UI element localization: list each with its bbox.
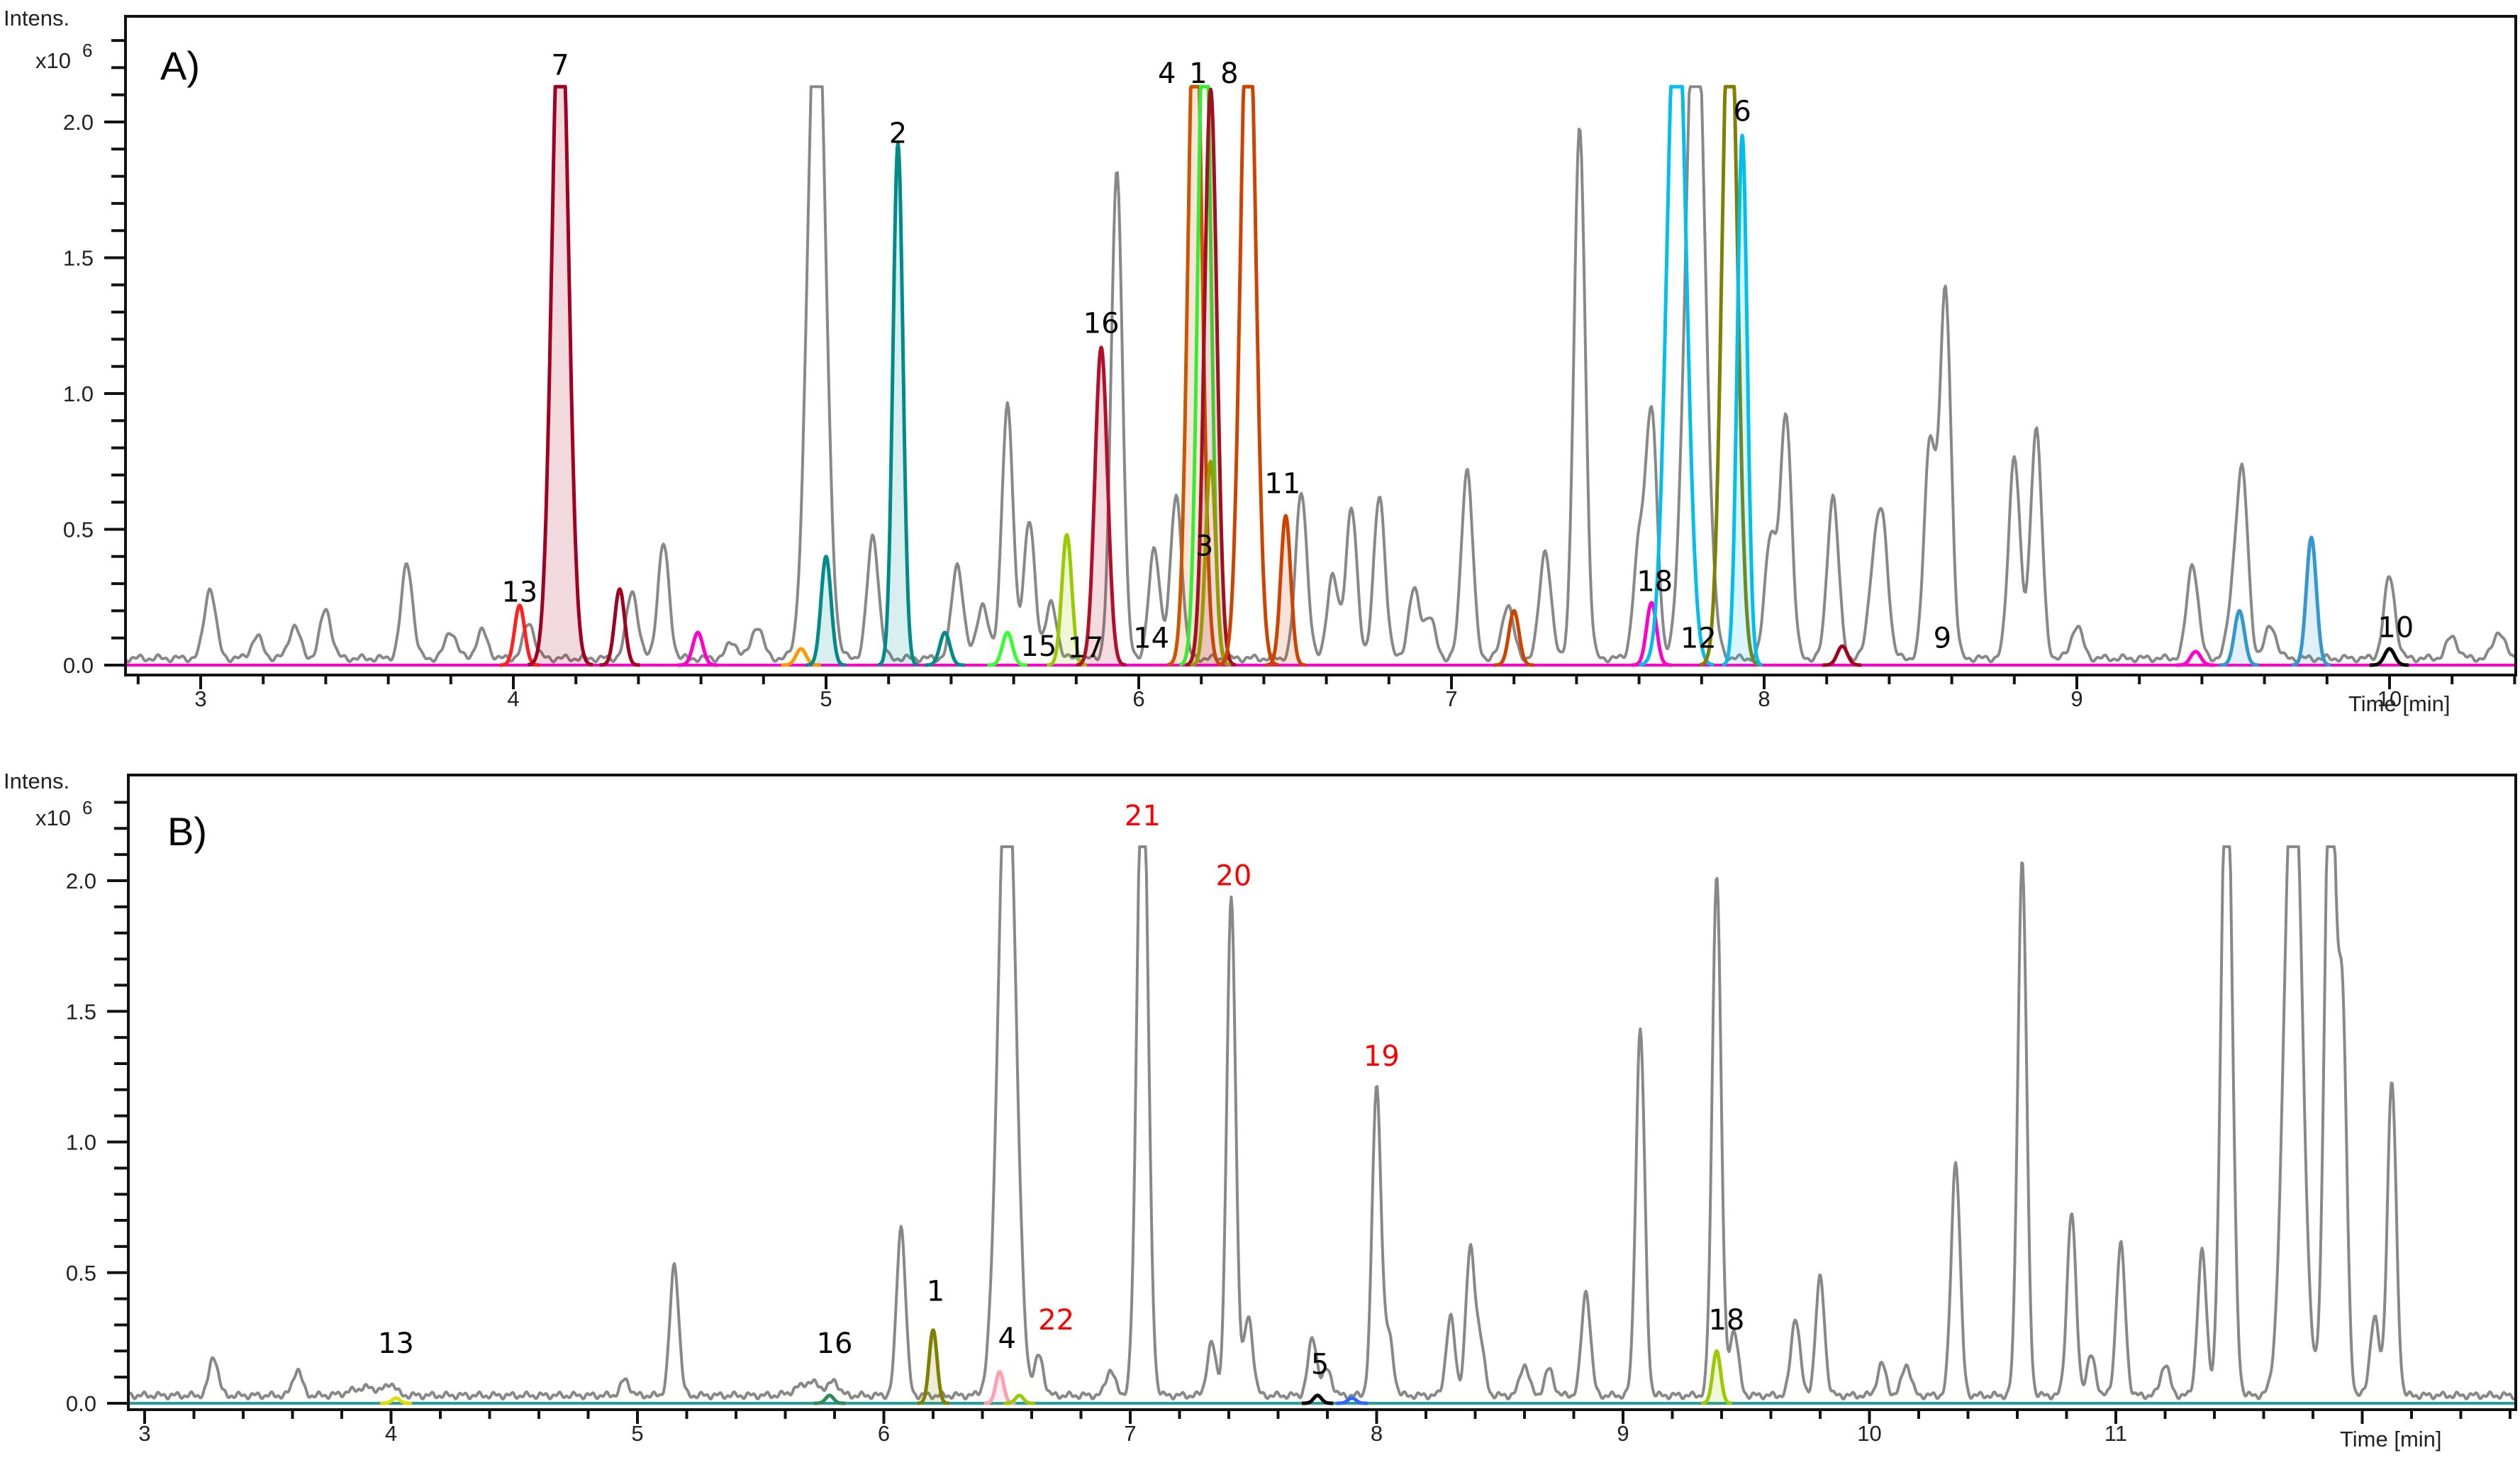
- x-tick-label: 7: [1124, 1421, 1136, 1446]
- eic-peak: [1218, 87, 1278, 665]
- peak-label: 13: [501, 576, 537, 609]
- x-tick-label: 7: [1445, 686, 1457, 711]
- x-tick-label: 4: [385, 1421, 397, 1446]
- peak-label: 6: [1733, 96, 1751, 128]
- peak-label: 4: [1158, 57, 1176, 90]
- y-tick-label: 0.5: [63, 518, 94, 542]
- peak-label: 11: [1264, 467, 1300, 500]
- peak-label: 16: [817, 1327, 853, 1360]
- y-tick-label: 0.0: [66, 1391, 96, 1416]
- y-axis-label: Intens.: [4, 769, 69, 793]
- chromatogram-figure: Intens. x10 6 A) Time [min] 0.0 0.5 1.0 1.5…: [0, 0, 2520, 1460]
- y-tick-label: 1.5: [66, 999, 96, 1024]
- y-tick-label: 2.0: [66, 869, 96, 893]
- x-axis-label: Time [min]: [2340, 1427, 2442, 1451]
- peak-label: 9: [1934, 623, 1951, 655]
- peak-label: 15: [1020, 630, 1056, 663]
- peak-label: 13: [378, 1327, 414, 1360]
- peak-label: 16: [1083, 307, 1120, 340]
- peak-label: 10: [2377, 611, 2414, 644]
- eic-peak-fill: [806, 557, 846, 665]
- y-scale-exponent: 6: [82, 797, 92, 818]
- x-tick-label: 9: [1617, 1421, 1629, 1446]
- eic-peak-fill: [984, 1372, 1016, 1403]
- x-tick-label: 5: [820, 686, 832, 711]
- peak-label: 22: [1038, 1304, 1074, 1337]
- peak-label: 1: [927, 1276, 944, 1308]
- plot-frame: [128, 775, 2516, 1410]
- peak-label: 3: [1195, 530, 1213, 562]
- plot-area: [126, 87, 2516, 665]
- x-tick-label: 10: [2377, 686, 2402, 711]
- x-tick-label: 4: [507, 686, 519, 711]
- peak-label: 18: [1708, 1304, 1744, 1337]
- tic-trace: [128, 847, 2515, 1399]
- y-tick-label: 1.5: [63, 246, 94, 271]
- peak-label: 2: [889, 117, 907, 150]
- peak-label: 20: [1215, 860, 1251, 893]
- y-tick-label: 2.0: [63, 110, 94, 135]
- peak-label: 7: [551, 50, 569, 82]
- y-tick-label: 0.0: [63, 653, 94, 678]
- tic-trace: [126, 87, 2514, 662]
- x-tick-label: 10: [1857, 1421, 1881, 1446]
- plot-frame: [126, 16, 2516, 675]
- x-tick-label: 8: [1371, 1421, 1383, 1446]
- peak-label: 12: [1680, 623, 1717, 655]
- y-scale-exponent: 6: [82, 40, 92, 61]
- x-tick-label: 6: [878, 1421, 890, 1446]
- panel-a: Intens. x10 6 A) Time [min] 0.00.51.01.5…: [4, 6, 2516, 716]
- peak-label: 18: [1637, 565, 1673, 598]
- peak-label: 5: [1311, 1349, 1329, 1381]
- y-axis-label: Intens.: [4, 6, 69, 30]
- x-tick-label: 8: [1758, 686, 1770, 711]
- x-tick-label: 3: [194, 686, 206, 711]
- peak-label: 1: [1189, 57, 1207, 90]
- y-tick-label: 1.0: [66, 1130, 96, 1155]
- peak-label: 8: [1220, 57, 1238, 90]
- x-tick-label: 3: [138, 1421, 150, 1446]
- peak-label: 4: [998, 1322, 1016, 1355]
- eic-peak-fill: [1076, 347, 1127, 665]
- peak-label: 21: [1125, 800, 1161, 832]
- panel-label: B): [167, 809, 207, 854]
- panel-b: Intens. x10 6 B) Time [min] 0.0 0.5 1.0 1.5…: [4, 769, 2516, 1451]
- peak-label: 17: [1068, 632, 1104, 664]
- panel-label: A): [160, 43, 200, 88]
- x-tick-label: 5: [631, 1421, 643, 1446]
- eic-peak-fill: [878, 144, 918, 665]
- x-tick-label: 6: [1132, 686, 1144, 711]
- x-tick-label: 11: [2104, 1421, 2127, 1446]
- eic-peak-fill: [1266, 516, 1306, 665]
- peak-label: 19: [1364, 1040, 1400, 1073]
- eic-peak-fill: [2292, 537, 2331, 665]
- y-scale-label: x10: [35, 48, 71, 73]
- x-tick-label: 9: [2070, 686, 2083, 711]
- y-tick-label: 1.0: [63, 381, 94, 406]
- eic-peak-fill: [1722, 135, 1763, 665]
- peak-label: 14: [1133, 623, 1169, 655]
- plot-area: [128, 847, 2516, 1403]
- y-tick-label: 0.5: [66, 1261, 96, 1286]
- y-scale-label: x10: [35, 806, 71, 830]
